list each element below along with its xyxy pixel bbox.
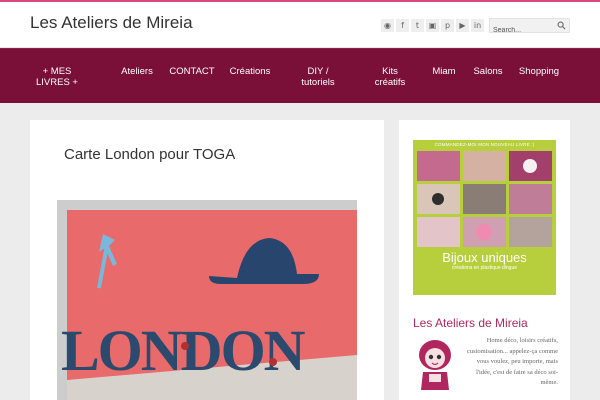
london-card-photo: LONDON xyxy=(57,200,357,400)
book-banner-text: COMMANDEZ-MOI MON NOUVEAU LIVRE :) xyxy=(434,142,535,147)
svg-text:LONDON: LONDON xyxy=(61,318,306,383)
avatar xyxy=(419,340,451,390)
nav-item-contact[interactable]: CONTACT xyxy=(168,66,216,77)
book-ad-banner[interactable]: COMMANDEZ-MOI MON NOUVEAU LIVRE :) Bijou… xyxy=(413,140,556,295)
nav-item-salons[interactable]: Salons xyxy=(468,66,508,77)
search-box xyxy=(489,18,570,37)
site-header: Les Ateliers de Mireia ◉ f t ▣ p ▶ in xyxy=(0,2,600,48)
sidebar: COMMANDEZ-MOI MON NOUVEAU LIVRE :) Bijou… xyxy=(399,120,570,400)
youtube-icon[interactable]: ▶ xyxy=(456,19,469,32)
instagram-icon[interactable]: ▣ xyxy=(426,19,439,32)
book-title: Bijoux uniques xyxy=(442,250,527,265)
main-navigation: + MES LIVRES + Ateliers CONTACT Création… xyxy=(0,48,600,103)
nav-item-diy-tutoriels[interactable]: DIY / tutoriels xyxy=(290,66,346,88)
social-icons: ◉ f t ▣ p ▶ in xyxy=(381,19,484,32)
nav-item-ateliers[interactable]: Ateliers xyxy=(116,66,158,77)
nav-item-miam[interactable]: Miam xyxy=(428,66,460,77)
nav-item-mes-livres[interactable]: + MES LIVRES + xyxy=(36,66,78,88)
about-widget-title: Les Ateliers de Mireia xyxy=(413,316,528,330)
post-card: Carte London pour TOGA LONDON xyxy=(30,120,384,400)
twitter-icon[interactable]: t xyxy=(411,19,424,32)
nav-item-shopping[interactable]: Shopping xyxy=(514,66,564,77)
facebook-icon[interactable]: f xyxy=(396,19,409,32)
pinterest-icon[interactable]: p xyxy=(441,19,454,32)
post-title[interactable]: Carte London pour TOGA xyxy=(64,146,235,163)
rss-icon[interactable]: ◉ xyxy=(381,19,394,32)
nav-item-kits-creatifs[interactable]: Kits créatifs xyxy=(368,66,412,88)
book-cover-photos xyxy=(417,151,552,247)
site-title[interactable]: Les Ateliers de Mireia xyxy=(30,13,193,33)
search-input[interactable] xyxy=(490,24,556,37)
linkedin-icon[interactable]: in xyxy=(471,19,484,32)
nav-item-creations[interactable]: Créations xyxy=(225,66,275,77)
post-image[interactable]: LONDON xyxy=(57,200,357,400)
about-text: Home déco, loisirs créatifs, customisati… xyxy=(466,337,558,386)
book-subtitle: créations en plastique dingue xyxy=(451,265,518,271)
search-icon[interactable] xyxy=(557,21,566,30)
